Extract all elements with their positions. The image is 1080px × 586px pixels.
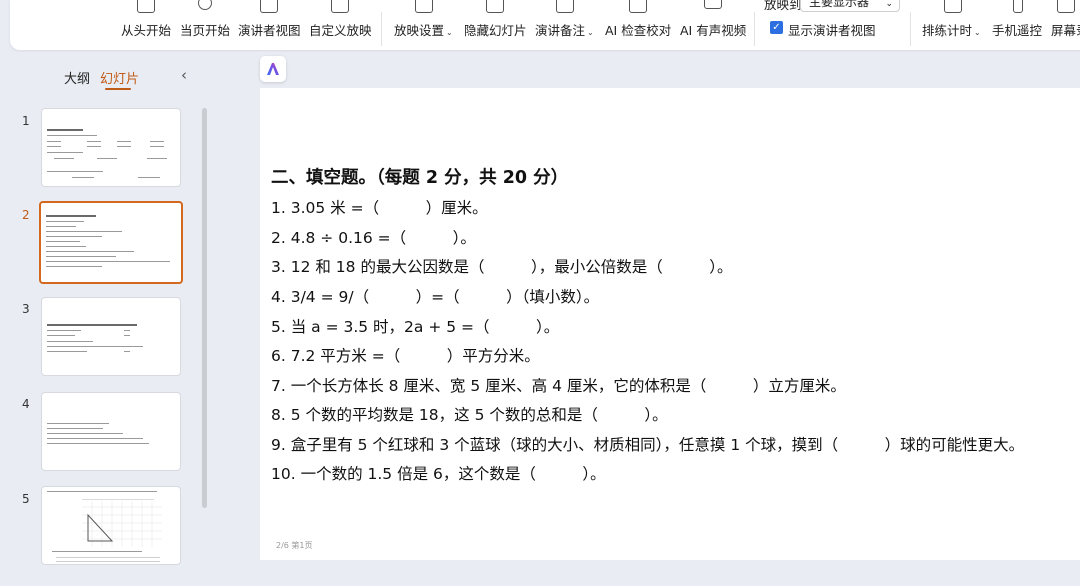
speaker-notes-icon [556, 0, 574, 13]
question-item: 7. 一个长方体长 8 厘米、宽 5 厘米、高 4 厘米，它的体积是（ ）立方厘… [271, 377, 846, 395]
rehearse-timing-icon [944, 0, 962, 13]
slide-thumbnail-2[interactable] [39, 201, 183, 284]
slide-canvas[interactable]: 二、填空题。（每题 2 分，共 20 分） 1. 3.05 米 =（ ）厘米。 … [260, 88, 1080, 560]
question-item: 1. 3.05 米 =（ ）厘米。 [271, 199, 488, 217]
slide-footer: 2/6 第1页 [276, 541, 313, 550]
question-item: 10. 一个数的 1.5 倍是 6，这个数是（ ）。 [271, 465, 606, 483]
section-heading: 二、填空题。（每题 2 分，共 20 分） [271, 168, 569, 188]
custom-show-icon [331, 0, 349, 13]
chevron-down-icon: ⌄ [885, 0, 893, 9]
custom-show-button[interactable]: 自定义放映 [309, 0, 372, 50]
slideshow-settings-icon [415, 0, 433, 13]
presenter-view-icon [260, 0, 278, 13]
ai-proofread-button[interactable]: AI 检查校对 [605, 0, 671, 50]
slide-number: 5 [22, 492, 30, 506]
slideshow-settings-button[interactable]: 放映设置 ⌄ [394, 0, 454, 50]
question-item: 8. 5 个数的平均数是 18，这 5 个数的总和是（ ）。 [271, 406, 668, 424]
screen-record-button[interactable]: 屏幕录 [1051, 0, 1080, 50]
from-current-button[interactable]: 当页开始 [180, 0, 230, 50]
slide-number: 2 [22, 208, 30, 222]
triangle-figure [82, 501, 162, 547]
question-item: 9. 盒子里有 5 个红球和 3 个蓝球（球的大小、材质相同），任意摸 1 个球… [271, 436, 1025, 454]
ai-proofread-icon [629, 0, 647, 13]
speaker-notes-button[interactable]: 演讲备注 ⌄ [535, 0, 595, 50]
hide-slide-icon [486, 0, 504, 13]
phone-remote-button[interactable]: 手机遥控 [992, 0, 1044, 50]
question-item: 4. 3/4 = 9/（ ）=（ ）（填小数）。 [271, 288, 600, 306]
ribbon-divider [381, 12, 382, 46]
monitor-select[interactable]: 主要显示器 ⌄ [800, 0, 900, 12]
hide-slide-button[interactable]: 隐藏幻灯片 [464, 0, 527, 50]
active-tab-indicator [105, 88, 131, 90]
presenter-view-checkbox[interactable]: ✓ [770, 21, 783, 34]
chevron-down-icon: ⌄ [587, 28, 594, 37]
slide-thumbnail-3[interactable] [41, 297, 181, 376]
app-logo-icon[interactable] [260, 56, 286, 82]
slide-number: 4 [22, 397, 30, 411]
screen-record-icon [1056, 0, 1075, 13]
slide-thumbnail-4[interactable] [41, 392, 181, 471]
ai-video-button[interactable]: AI 有声视频 [680, 0, 746, 50]
presenter-view-button[interactable]: 演讲者视图 [238, 0, 301, 50]
monitor-select-value: 主要显示器 [809, 0, 870, 9]
slideshow-settings-label: 放映设置 [394, 23, 445, 38]
chevron-down-icon: ⌄ [974, 28, 981, 37]
ai-video-icon [704, 0, 722, 9]
tab-outline[interactable]: 大纲 [64, 68, 90, 87]
question-item: 6. 7.2 平方米 =（ ）平方分米。 [271, 347, 540, 365]
question-item: 3. 12 和 18 的最大公因数是（ ），最小公倍数是（ ）。 [271, 258, 733, 276]
chevron-left-icon[interactable]: ‹ [181, 66, 187, 84]
question-item: 2. 4.8 ÷ 0.16 =（ ）。 [271, 229, 476, 247]
play-from-start-icon [137, 0, 155, 13]
rehearse-timing-label: 排练计时 [922, 23, 973, 38]
play-current-icon [198, 0, 212, 10]
ribbon-divider [910, 12, 911, 46]
panel-scrollbar[interactable] [202, 108, 207, 508]
tab-slides[interactable]: 幻灯片 [100, 68, 139, 87]
slide-number: 3 [22, 302, 30, 316]
speaker-notes-label: 演讲备注 [535, 23, 586, 38]
rehearse-timing-button[interactable]: 排练计时 ⌄ [922, 0, 984, 50]
slide-thumbnail-5[interactable] [41, 486, 181, 565]
slide-thumbnail-1[interactable] [41, 108, 181, 187]
question-item: 5. 当 a = 3.5 时，2a + 5 =（ ）。 [271, 318, 560, 336]
from-start-button[interactable]: 从头开始 [121, 0, 171, 50]
presenter-view-checkbox-label[interactable]: 显示演讲者视图 [788, 20, 876, 39]
chevron-down-icon: ⌄ [446, 28, 453, 37]
show-on-label: 放映到 [764, 0, 802, 12]
ribbon-divider [754, 12, 755, 46]
slide-number: 1 [22, 114, 30, 128]
phone-remote-icon [1013, 0, 1023, 13]
